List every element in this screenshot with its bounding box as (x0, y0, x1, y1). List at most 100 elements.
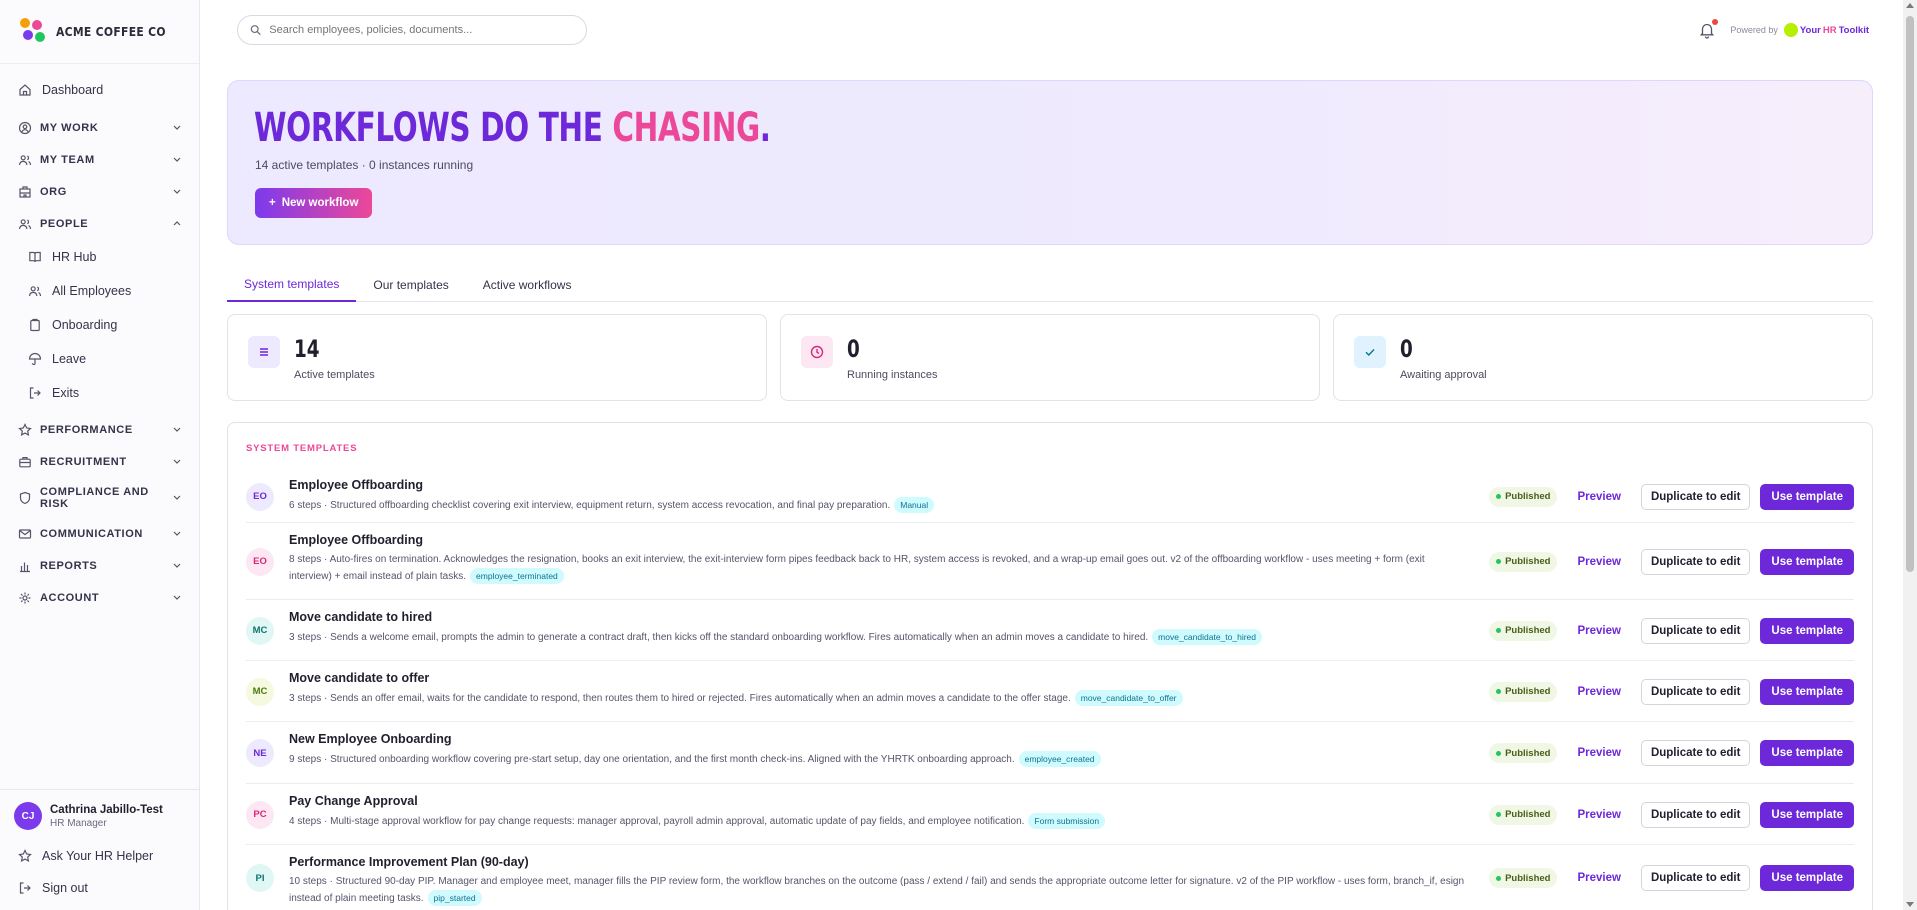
template-avatar: EO (246, 547, 274, 576)
use-template-button[interactable]: Use template (1760, 740, 1854, 766)
ask-hr-helper-link[interactable]: Ask Your HR Helper (14, 840, 185, 872)
status-dot-icon (1496, 559, 1502, 564)
template-body: Performance Improvement Plan (90-day) 10 … (289, 855, 1469, 907)
use-template-button[interactable]: Use template (1760, 617, 1854, 644)
sidebar-item-exits[interactable]: Exits (0, 376, 199, 410)
status-badge: Published (1489, 743, 1558, 763)
sidebar-item-onboarding[interactable]: Onboarding (0, 308, 199, 342)
sidebar-section-label: PEOPLE (40, 218, 89, 230)
status-badge-label: Published (1505, 872, 1551, 884)
preview-link[interactable]: Preview (1567, 625, 1630, 637)
sidebar-section-left: RECRUITMENT (18, 455, 127, 469)
sidebar-section-performance[interactable]: PERFORMANCE (0, 414, 199, 446)
duplicate-to-edit-button[interactable]: Duplicate to edit (1640, 548, 1751, 575)
sidebar-section-left: MY TEAM (18, 153, 95, 167)
trigger-tag: move_candidate_to_hired (1152, 629, 1262, 645)
template-body: Pay Change Approval 4 steps · Multi-stage… (289, 794, 1469, 830)
sidebar-section-account[interactable]: ACCOUNT (0, 582, 199, 614)
duplicate-to-edit-button[interactable]: Duplicate to edit (1640, 865, 1751, 891)
star-icon (18, 423, 32, 437)
sidebar-section-reports[interactable]: REPORTS (0, 550, 199, 582)
preview-link[interactable]: Preview (1567, 809, 1630, 821)
sidebar-section-label: MY TEAM (40, 154, 95, 166)
scrollbar[interactable] (1903, 0, 1917, 910)
book-icon (28, 250, 42, 264)
preview-link[interactable]: Preview (1567, 556, 1630, 568)
stat-label: Awaiting approval (1400, 369, 1487, 381)
use-template-button[interactable]: Use template (1760, 865, 1854, 891)
new-workflow-label: New workflow (281, 197, 359, 209)
template-title[interactable]: New Employee Onboarding (289, 732, 1469, 746)
status-badge: Published (1489, 620, 1558, 641)
template-description: 4 steps · Multi-stage approval workflow … (289, 813, 1469, 830)
sidebar-section-compliance-and-risk[interactable]: COMPLIANCE AND RISK (0, 478, 199, 518)
sign-out-link[interactable]: Sign out (14, 872, 185, 904)
sidebar-item-hr-hub[interactable]: HR Hub (0, 240, 199, 274)
status-badge: Published (1489, 681, 1558, 702)
status-badge: Published (1489, 551, 1558, 572)
preview-link[interactable]: Preview (1567, 686, 1630, 698)
sidebar: ACME COFFEE CO Dashboard MY WORK MY TEAM O… (0, 0, 200, 910)
toolkit-logo[interactable]: Your HR Toolkit (1783, 23, 1869, 37)
status-badge: Published (1489, 804, 1558, 825)
duplicate-to-edit-button[interactable]: Duplicate to edit (1640, 617, 1751, 644)
sidebar-item-all-employees[interactable]: All Employees (0, 274, 199, 308)
template-title[interactable]: Employee Offboarding (289, 533, 1469, 547)
notifications-button[interactable] (1698, 19, 1719, 39)
template-title[interactable]: Pay Change Approval (289, 794, 1469, 808)
users-icon (18, 153, 32, 167)
sidebar-section-org[interactable]: ORG (0, 176, 199, 208)
preview-link[interactable]: Preview (1567, 872, 1630, 884)
duplicate-to-edit-button[interactable]: Duplicate to edit (1640, 678, 1751, 705)
search-input[interactable] (269, 24, 574, 36)
use-template-button[interactable]: Use template (1760, 483, 1854, 510)
search-box[interactable] (237, 15, 587, 45)
brand-logo-icon (20, 17, 48, 46)
sidebar-item-label: Dashboard (42, 83, 104, 97)
template-actions: Published Preview Duplicate to edit Use tem… (1489, 548, 1854, 575)
new-workflow-button[interactable]: + New workflow (255, 188, 373, 218)
sidebar-section-my-work[interactable]: MY WORK (0, 112, 199, 144)
template-title[interactable]: Move candidate to hired (289, 610, 1469, 624)
scroll-down-arrow-icon[interactable] (1906, 902, 1914, 907)
hero-banner: WORKFLOWS DO THE CHASING. 14 active temp… (227, 80, 1873, 245)
sidebar-section-left: PERFORMANCE (18, 423, 133, 437)
preview-link[interactable]: Preview (1567, 491, 1630, 503)
template-title[interactable]: Move candidate to offer (289, 671, 1469, 685)
user-name: Cathrina Jabillo-Test (50, 803, 163, 816)
use-template-button[interactable]: Use template (1760, 801, 1854, 828)
powered-by: Powered by Your HR Toolkit (1730, 23, 1869, 37)
title-part-1: WORKFLOWS DO THE (254, 105, 613, 151)
tab-system-templates[interactable]: System templates (227, 268, 357, 302)
scroll-thumb[interactable] (1906, 16, 1914, 572)
chevron-down-icon (173, 492, 181, 504)
duplicate-to-edit-button[interactable]: Duplicate to edit (1640, 801, 1751, 828)
sidebar-section-recruitment[interactable]: RECRUITMENT (0, 446, 199, 478)
briefcase-icon (18, 455, 32, 469)
user-profile[interactable]: CJ Cathrina Jabillo-Test HR Manager (14, 802, 185, 830)
sidebar-section-my-team[interactable]: MY TEAM (0, 144, 199, 176)
preview-link[interactable]: Preview (1567, 747, 1630, 759)
sidebar-section-people[interactable]: PEOPLE (0, 208, 199, 240)
sidebar-section-label: COMPLIANCE AND RISK (40, 486, 149, 510)
duplicate-to-edit-button[interactable]: Duplicate to edit (1640, 483, 1751, 510)
tab-our-templates[interactable]: Our templates (356, 268, 465, 302)
use-template-button[interactable]: Use template (1760, 548, 1854, 575)
sidebar-item-dashboard[interactable]: Dashboard (0, 74, 199, 106)
template-title[interactable]: Performance Improvement Plan (90-day) (289, 855, 1469, 869)
stat-card: 14 Active templates (227, 314, 767, 401)
sidebar-footer: CJ Cathrina Jabillo-Test HR Manager Ask … (0, 789, 199, 910)
sidebar-item-leave[interactable]: Leave (0, 342, 199, 376)
template-title[interactable]: Employee Offboarding (289, 478, 1469, 492)
ask-hr-helper-label: Ask Your HR Helper (42, 849, 154, 863)
tab-active-workflows[interactable]: Active workflows (466, 268, 589, 302)
brand[interactable]: ACME COFFEE CO (0, 0, 199, 64)
duplicate-to-edit-button[interactable]: Duplicate to edit (1640, 740, 1751, 766)
sidebar-section-label: ACCOUNT (40, 592, 100, 604)
sidebar-nav: Dashboard (0, 64, 199, 106)
use-template-button[interactable]: Use template (1760, 678, 1854, 705)
sidebar-section-communication[interactable]: COMMUNICATION (0, 518, 199, 550)
toolkit-hr: HR (1822, 24, 1837, 36)
template-description: 3 steps · Sends an offer email, waits fo… (289, 690, 1469, 707)
scroll-up-arrow-icon[interactable] (1906, 3, 1914, 8)
